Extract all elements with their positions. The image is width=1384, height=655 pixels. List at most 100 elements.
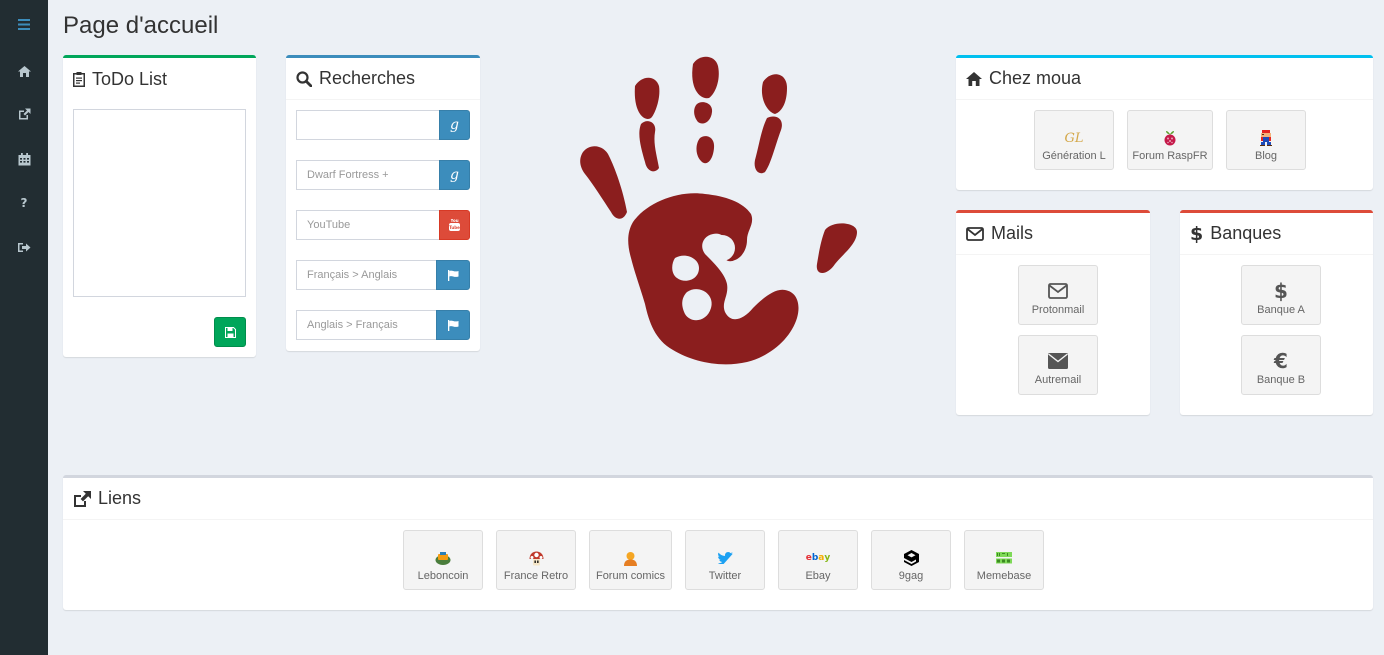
google-search-button[interactable]: g [439,110,470,140]
todo-title: ToDo List [92,68,168,89]
search-row-fr-en: Français > Anglais [296,260,470,290]
todo-textarea[interactable] [73,109,246,297]
link-label: Forum comics [595,570,666,582]
9gag-icon [903,549,919,567]
youtube-search-button[interactable]: You Tube [439,210,470,240]
svg-text:You: You [449,219,458,223]
memebase-icon [996,549,1012,567]
search-row-google: g [296,110,470,140]
dwarf-search-button[interactable]: g [439,160,470,190]
translate-fr-en-button[interactable] [436,260,470,290]
link-generation-l[interactable]: GL Génération L [1034,110,1114,170]
save-icon [224,326,236,338]
translate-en-fr-input[interactable]: Anglais > Français [296,310,436,340]
chez-moua-box: Chez moua GL Génération L Forum RaspFR B… [956,55,1373,190]
twitter-icon [717,549,733,567]
handprint-logo [580,56,857,365]
banques-header: $ Banques [1180,213,1373,255]
link-forum-comics[interactable]: Forum comics [589,530,672,590]
ebay-icon: ebay [805,553,831,563]
link-label: 9gag [898,570,924,582]
mails-header: Mails [956,213,1150,255]
todo-header: ToDo List [63,58,256,100]
flag-icon [447,319,458,331]
link-label: Génération L [1042,150,1106,162]
chez-moua-title: Chez moua [989,68,1082,88]
dollar-icon: $ [1274,279,1288,303]
sidebar-item-links[interactable] [0,99,48,129]
home-icon [17,65,31,77]
liens-title: Liens [98,488,142,508]
menu-icon [18,18,30,30]
link-banque-a[interactable]: $ Banque A [1241,265,1321,325]
mario-icon [1259,129,1273,147]
link-label: Memebase [976,570,1032,582]
raspberry-icon [1163,129,1177,147]
comics-icon [623,549,638,567]
link-banque-b[interactable]: € Banque B [1241,335,1321,395]
envelope-icon [1048,350,1068,372]
sidebar-item-logout[interactable] [0,232,48,262]
sidebar-item-help[interactable]: ? [0,188,48,218]
mails-box: Mails Protonmail Autremail [956,210,1150,415]
link-forum-raspfr[interactable]: Forum RaspFR [1127,110,1213,170]
link-label: Twitter [708,570,742,582]
link-twitter[interactable]: Twitter [685,530,765,590]
google-icon: g [450,117,459,133]
youtube-search-input[interactable]: YouTube [296,210,439,240]
search-icon [296,70,312,87]
dwarf-search-input[interactable]: Dwarf Fortress + [296,160,439,190]
translate-en-fr-button[interactable] [436,310,470,340]
google-search-input[interactable] [296,110,439,140]
todo-box: ToDo List [63,55,256,357]
banques-box: $ Banques $ Banque A € Banque B [1180,210,1373,415]
banques-title: Banques [1210,223,1282,243]
link-ebay[interactable]: ebay Ebay [778,530,858,590]
calendar-icon [18,152,30,165]
chez-moua-header: Chez moua [956,58,1373,100]
envelope-outline-icon [1048,280,1068,302]
translate-fr-en-input[interactable]: Français > Anglais [296,260,436,290]
sidebar: ? [0,0,48,655]
link-label: Banque B [1256,374,1306,386]
menu-toggle-button[interactable] [0,9,48,39]
link-label: Forum RaspFR [1132,150,1208,162]
google-icon: g [450,167,459,183]
svg-text:Tube: Tube [449,225,460,230]
envelope-outline-icon [966,226,984,241]
youtube-icon: You Tube [449,219,460,231]
search-row-en-fr: Anglais > Français [296,310,470,340]
leboncoin-icon [435,549,451,567]
external-link-icon [73,490,91,507]
link-9gag[interactable]: 9gag [871,530,951,590]
link-autremail[interactable]: Autremail [1018,335,1098,395]
link-label: Protonmail [1031,304,1085,316]
sidebar-item-calendar[interactable] [0,144,48,174]
save-button[interactable] [214,317,246,347]
page-title: Page d'accueil [63,12,219,39]
link-leboncoin[interactable]: Leboncoin [403,530,483,590]
sign-out-icon [17,242,30,252]
link-label: Blog [1254,150,1278,162]
search-title: Recherches [319,68,416,88]
search-row-youtube: YouTube You Tube [296,210,470,240]
link-label: Ebay [805,570,831,582]
liens-box: Liens Leboncoin France Retro Forum comic… [63,475,1373,610]
search-header: Recherches [286,58,480,100]
search-row-dwarf: Dwarf Fortress + g [296,160,470,190]
link-label: Banque A [1257,304,1305,316]
euro-icon: € [1274,349,1288,373]
link-france-retro[interactable]: France Retro [496,530,576,590]
link-memebase[interactable]: Memebase [964,530,1044,590]
clipboard-icon [73,71,85,87]
link-blog[interactable]: Blog [1226,110,1306,170]
search-box: Recherches g Dwarf Fortress + g YouTube … [286,55,480,351]
link-protonmail[interactable]: Protonmail [1018,265,1098,325]
gl-logo-icon: GL [1064,130,1084,146]
sidebar-item-home[interactable] [0,56,48,86]
flag-icon [447,269,458,281]
home-icon [966,71,982,86]
question-icon: ? [20,196,28,210]
external-link-icon [18,108,30,120]
link-label: Leboncoin [417,570,469,582]
